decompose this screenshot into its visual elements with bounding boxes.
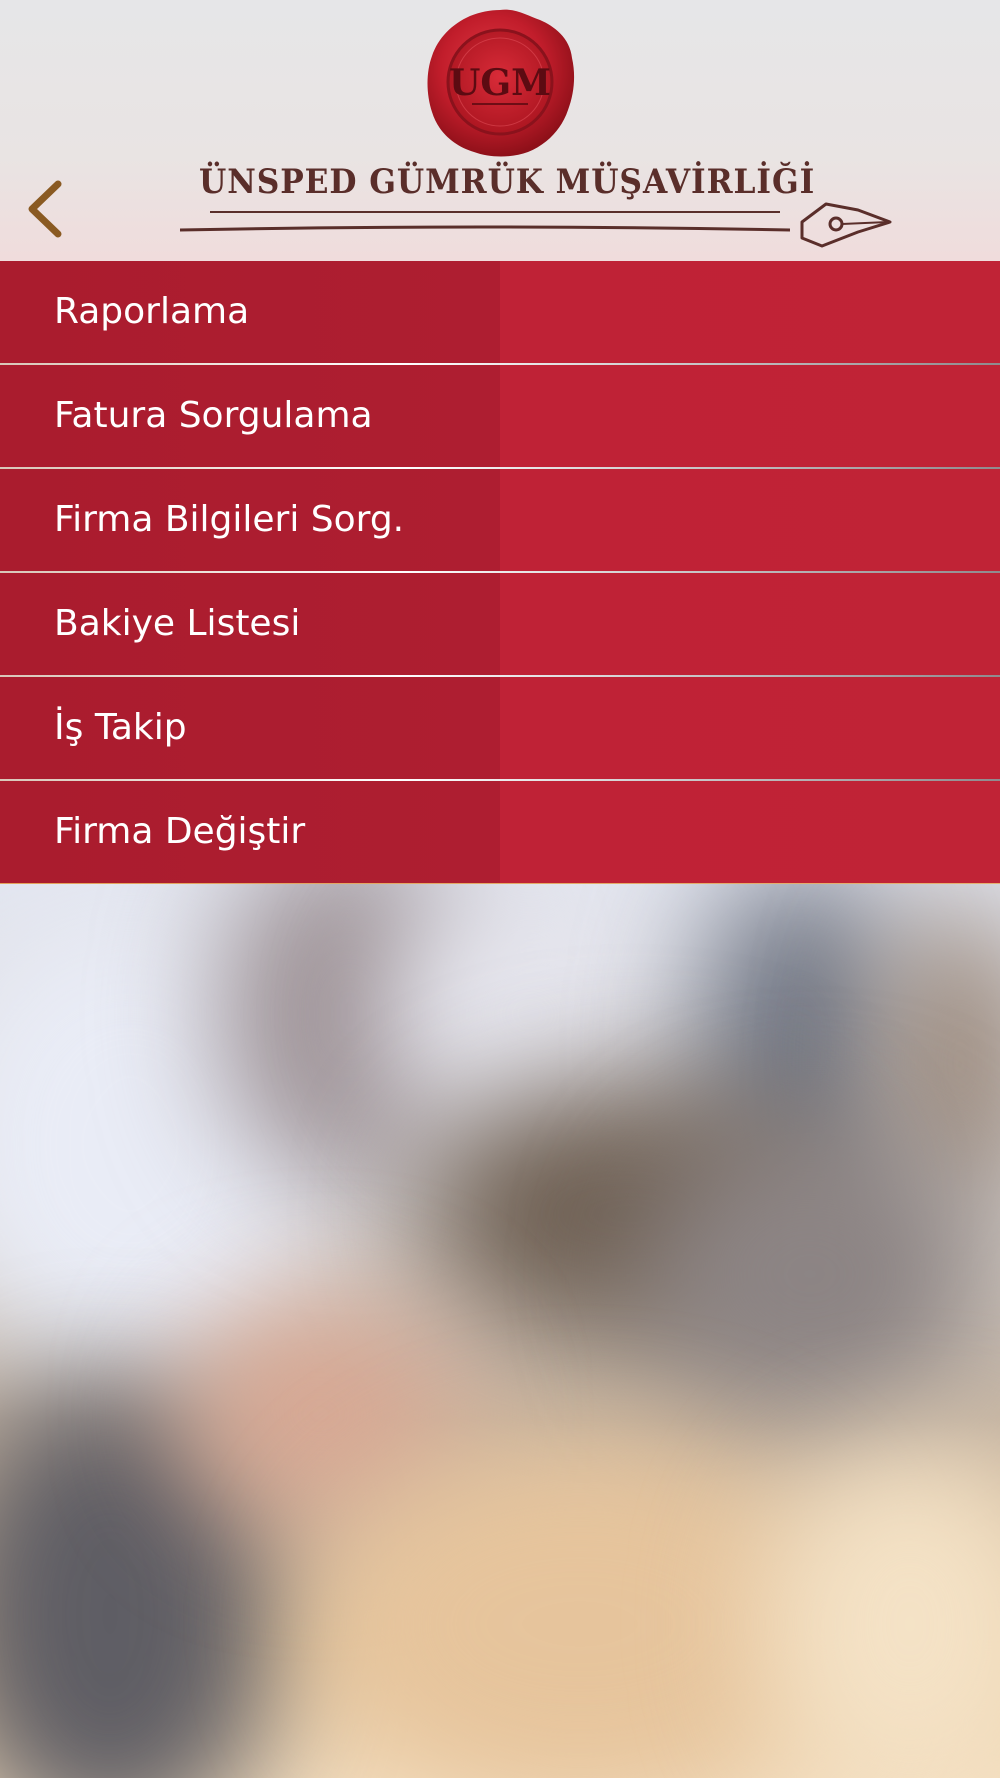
main-menu: Raporlama Fatura Sorgulama Firma Bilgile… (0, 261, 1000, 885)
menu-item-label: Fatura Sorgulama (54, 395, 373, 436)
menu-item-label: Raporlama (54, 291, 250, 332)
menu-item-is-takip[interactable]: İş Takip (0, 677, 1000, 781)
title-underline (180, 211, 790, 232)
menu-item-raporlama[interactable]: Raporlama (0, 261, 1000, 365)
brand-title: ÜNSPED GÜMRÜK MÜŞAVİRLİĞİ (199, 162, 816, 202)
wax-seal-logo: UGM (427, 9, 575, 157)
menu-item-label: İş Takip (54, 707, 187, 748)
menu-item-bakiye-listesi[interactable]: Bakiye Listesi (0, 573, 1000, 677)
menu-item-firma-degistir[interactable]: Firma Değiştir (0, 781, 1000, 885)
seal-text: UGM (449, 62, 551, 104)
menu-item-firma-bilgileri[interactable]: Firma Bilgileri Sorg. (0, 469, 1000, 573)
menu-item-label: Bakiye Listesi (54, 603, 301, 644)
background-photo (0, 884, 1000, 1778)
fountain-pen-icon (800, 202, 892, 248)
app-header: UGM ÜNSPED GÜMRÜK MÜŞAVİRLİĞİ (0, 0, 1000, 261)
chevron-left-icon[interactable] (22, 178, 74, 240)
menu-item-label: Firma Değiştir (54, 811, 306, 852)
menu-item-label: Firma Bilgileri Sorg. (54, 499, 405, 540)
menu-item-fatura-sorgulama[interactable]: Fatura Sorgulama (0, 365, 1000, 469)
